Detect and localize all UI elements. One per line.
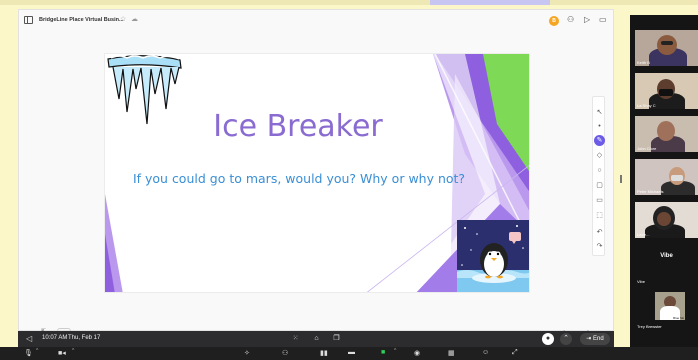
pen-icon[interactable]: ✎ [594, 135, 605, 146]
chevron-down-icon[interactable]: ˆ [72, 349, 74, 356]
chat-icon[interactable]: ▬ [348, 349, 355, 356]
cloud-icon: ☁ [131, 16, 138, 23]
fullscreen-icon[interactable]: ⤢ [512, 349, 518, 357]
microphone-icon[interactable]: 🎙 [24, 349, 33, 357]
participant-tile[interactable]: Peter Michaels [635, 159, 698, 195]
participant-tile[interactable]: La Shay C [635, 73, 698, 109]
sticky-note-icon[interactable]: ▢ [594, 180, 605, 191]
undo-icon[interactable]: ↶ [594, 227, 605, 238]
avatar[interactable]: B [549, 16, 559, 26]
end-call-button[interactable]: ⇥ End [580, 333, 610, 345]
chevron-down-icon[interactable]: ⌄ [112, 16, 117, 23]
share-people-icon[interactable]: ⚇ [567, 15, 574, 24]
top-strip [0, 0, 698, 5]
panel-resize-handle[interactable] [620, 175, 622, 183]
window-header: BridgeLine Place Virtual Busin... ⌄ ☆ ☁ … [19, 10, 613, 32]
participant-tile[interactable]: Vibe Vibe [635, 245, 698, 285]
chevron-up-icon[interactable]: ⌃ [560, 333, 572, 345]
device-bar: ◁ 10:07 AM Thu, Feb 17 ⁙ ⌂ ❐ ● ⌃ ⇥ End [18, 331, 614, 347]
end-label: End [593, 336, 604, 342]
whiteboard-toolbar: ↖ • ✎ ◇ ○ ▢ ▭ ⬚ ↶ ↷ [592, 96, 605, 256]
participant-tile[interactable]: LaVe... [635, 202, 698, 238]
clock-time: 10:07 AM [42, 335, 68, 341]
share-screen-icon[interactable]: ■ [381, 349, 385, 356]
back-icon[interactable]: ◁ [26, 334, 32, 343]
participant-name: John Clore [637, 146, 657, 151]
dot-icon[interactable]: • [594, 121, 605, 132]
participant-name: Keith B [637, 60, 650, 65]
whiteboard-window: BridgeLine Place Virtual Busin... ⌄ ☆ ☁ … [18, 9, 614, 336]
participant-name: Trey Brewster [637, 324, 662, 329]
chat-icon[interactable]: ▭ [599, 15, 607, 24]
slide-title: Ice Breaker [213, 109, 383, 144]
chevron-down-icon[interactable]: ˆ [394, 349, 396, 356]
record-icon[interactable]: ◉ [414, 349, 420, 357]
participant-name: La Shay C [637, 103, 656, 108]
participant-tile[interactable]: Blue SE Trey Brewster [635, 290, 698, 330]
slide-subtitle: If you could go to mars, would you? Why … [132, 171, 466, 186]
top-strip-highlight [430, 0, 550, 5]
shape-icon[interactable]: ○ [594, 165, 605, 176]
camera-icon[interactable]: ■◂ [58, 349, 66, 357]
security-icon[interactable]: ✧ [244, 349, 250, 357]
reactions-icon[interactable]: ☺ [482, 349, 489, 356]
penguin-icon [457, 220, 529, 292]
sidebar-toggle-icon[interactable] [24, 16, 33, 24]
mic-icon[interactable]: ● [542, 333, 554, 345]
clock-date: Thu, Feb 17 [68, 335, 101, 341]
penguin-image [457, 220, 529, 292]
participants-panel: Keith B La Shay C John Clore Peter Micha… [620, 15, 698, 347]
polls-icon[interactable]: ▮▮ [320, 349, 328, 357]
redo-icon[interactable]: ↷ [594, 241, 605, 252]
meeting-controls-bar: 🎙 ˆ ■◂ ˆ ✧ ⚇ ▮▮ ▬ ■ ˆ ◉ ▦ ☺ ⤢ [0, 347, 698, 360]
screen: BridgeLine Place Virtual Busin... ⌄ ☆ ☁ … [0, 0, 698, 360]
participant-name: Vibe [637, 279, 645, 284]
participant-tile[interactable]: John Clore [635, 116, 698, 152]
slide[interactable]: Ice Breaker If you could go to mars, wou… [104, 53, 530, 293]
participant-tile[interactable]: Keith B [635, 30, 698, 66]
present-icon[interactable]: ▷ [584, 15, 590, 24]
text-box-icon[interactable]: ▭ [594, 195, 605, 206]
participant-video: Blue SE [655, 292, 685, 320]
apps-grid-icon[interactable]: ⁙ [290, 334, 301, 344]
participant-tile-text: Vibe [660, 253, 673, 259]
windows-icon[interactable]: ❐ [331, 334, 342, 344]
participant-video-label: Blue SE [673, 316, 684, 320]
window-title[interactable]: BridgeLine Place Virtual Busin... [39, 17, 124, 23]
chevron-down-icon[interactable]: ˆ [36, 349, 38, 356]
frame-icon[interactable]: ⬚ [594, 210, 605, 221]
participant-name: Peter Michaels [637, 189, 664, 194]
participants-icon[interactable]: ⚇ [282, 349, 288, 357]
breakout-rooms-icon[interactable]: ▦ [448, 349, 455, 357]
star-icon[interactable]: ☆ [120, 15, 126, 23]
participant-name: LaVe... [637, 232, 650, 237]
home-icon[interactable]: ⌂ [311, 334, 322, 344]
exit-icon: ⇥ [586, 336, 593, 342]
eraser-icon[interactable]: ◇ [594, 150, 605, 161]
select-icon[interactable]: ↖ [594, 107, 605, 118]
